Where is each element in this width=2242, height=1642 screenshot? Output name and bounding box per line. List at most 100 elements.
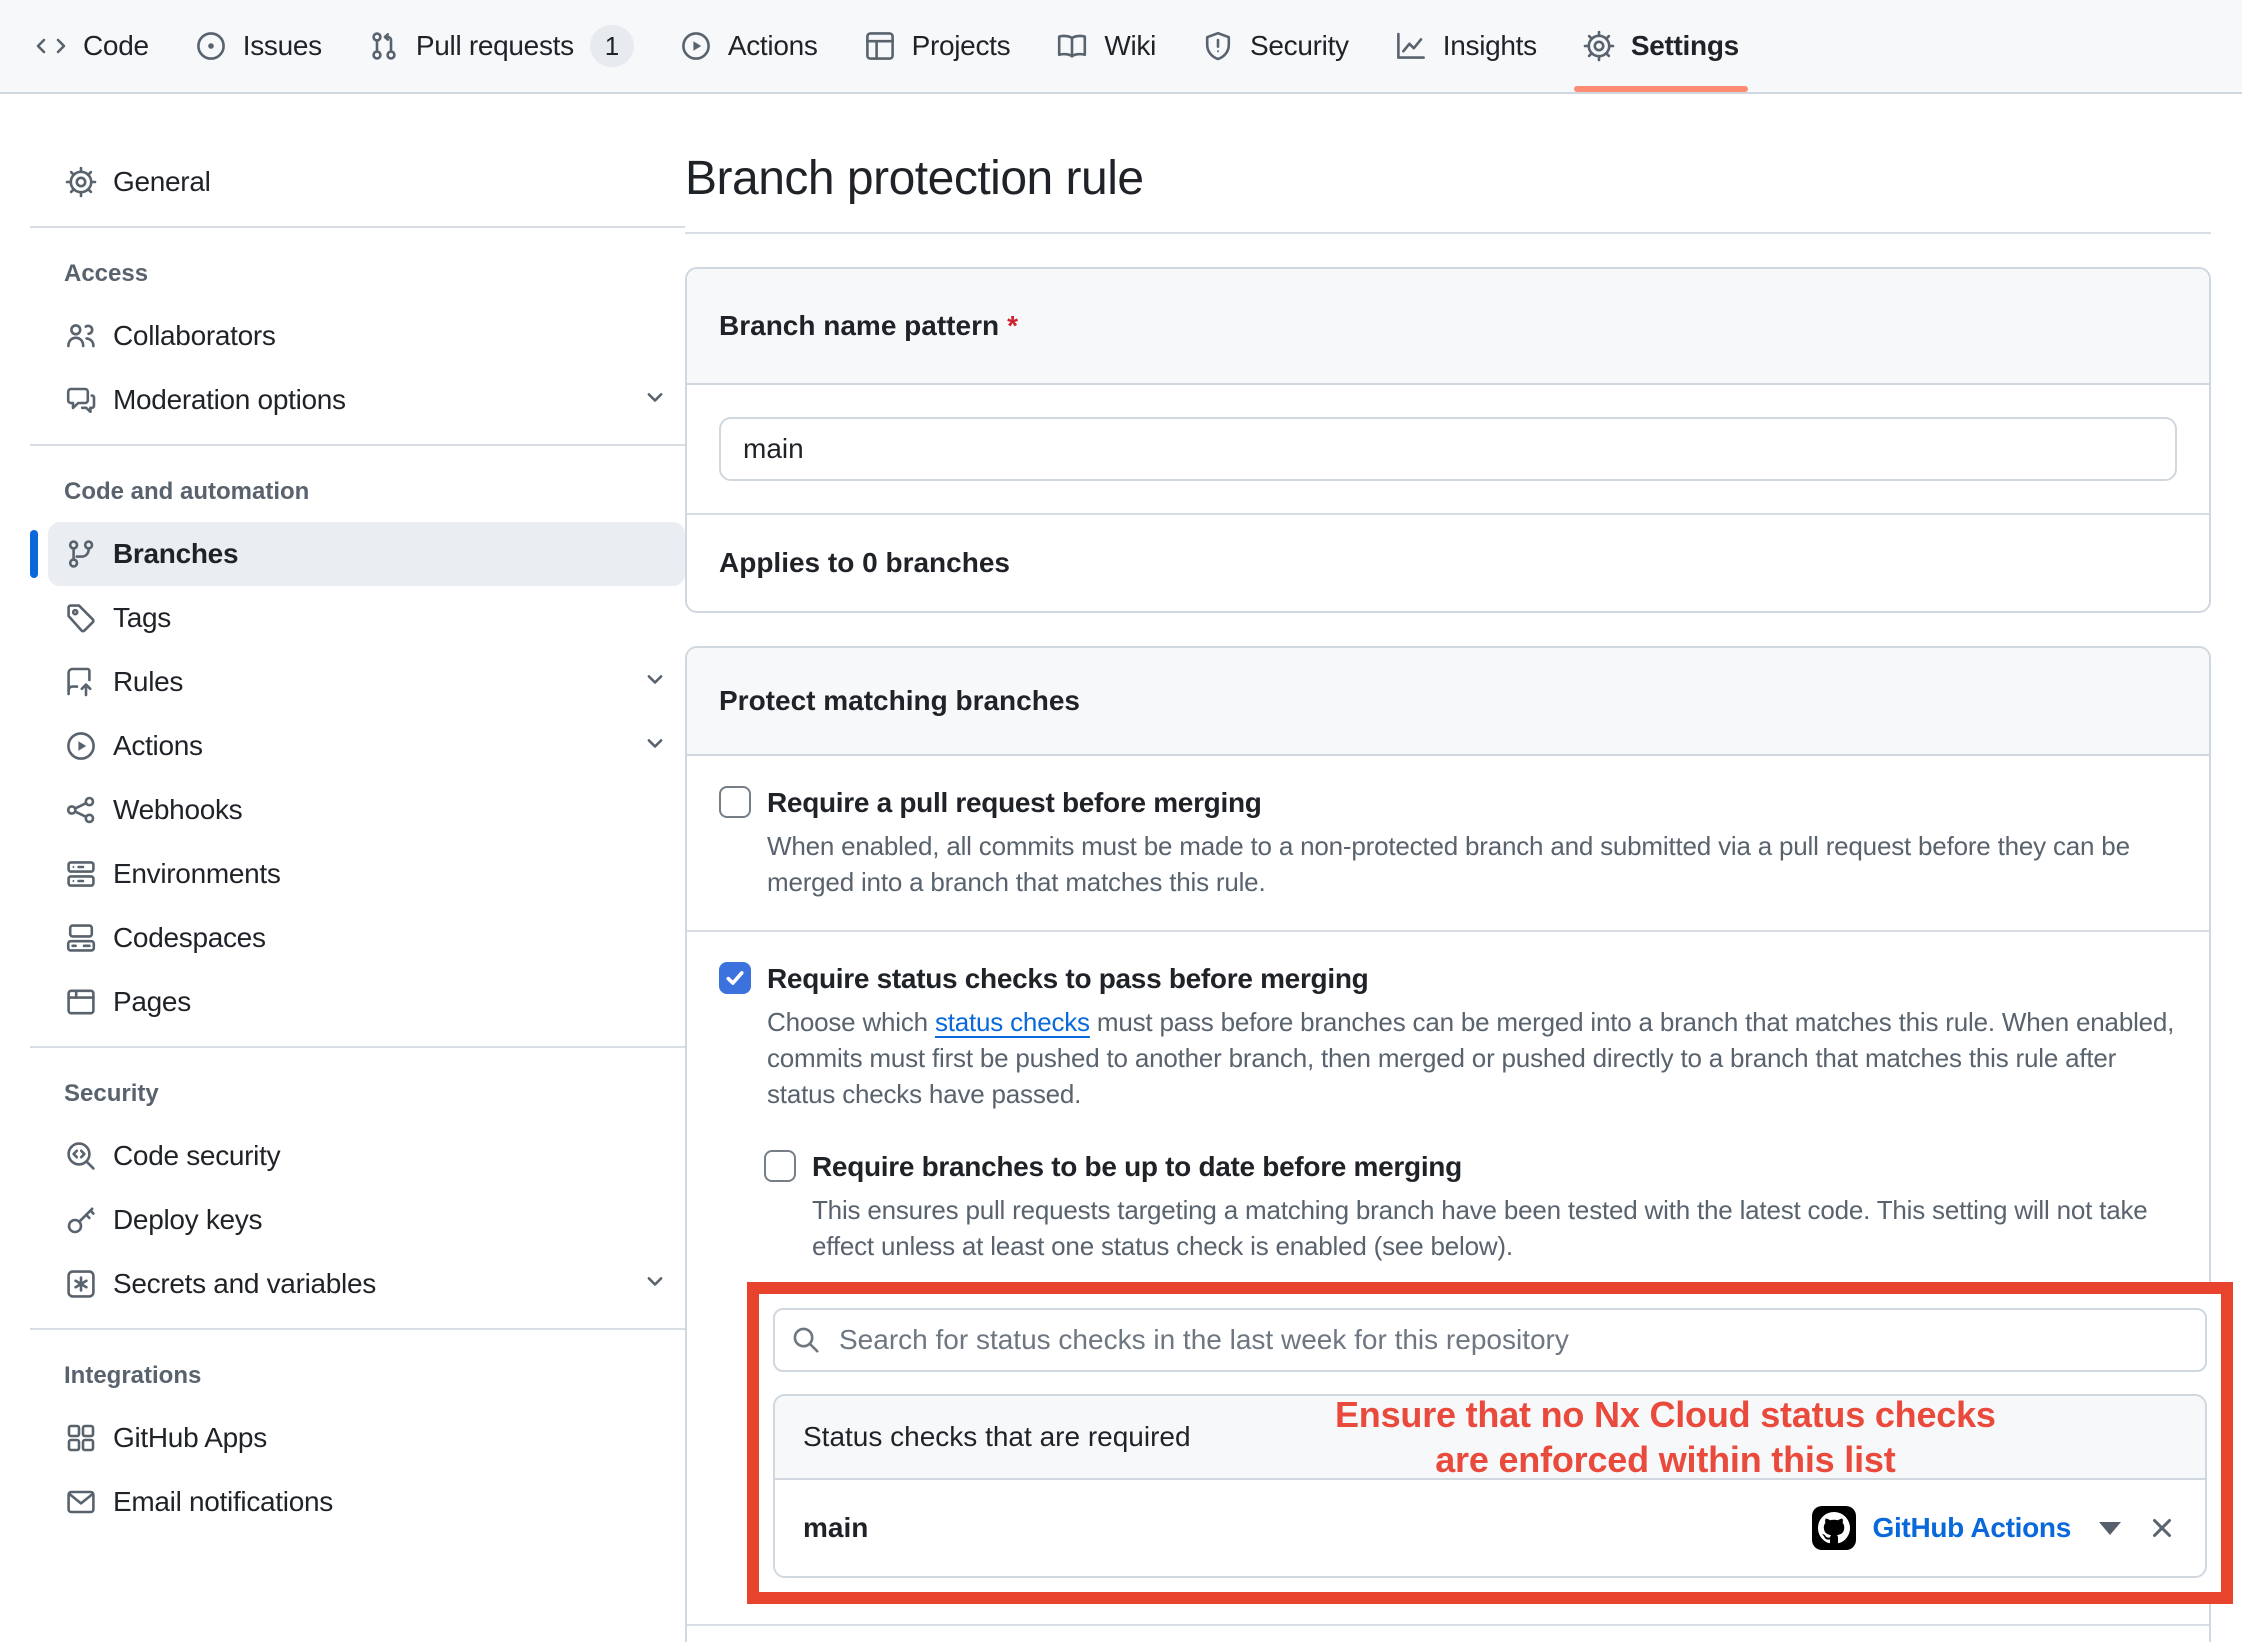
github-actions-avatar <box>1812 1506 1856 1550</box>
sidebar-item-label: Environments <box>113 858 281 890</box>
gear-icon <box>65 166 97 198</box>
option-require-pull-request: Require a pull request before merging Wh… <box>687 756 2209 930</box>
option-require-up-to-date: Require branches to be up to date before… <box>764 1148 2177 1264</box>
required-asterisk: * <box>1007 310 1018 341</box>
sidebar-item-moderation-options[interactable]: Moderation options <box>48 368 685 432</box>
sidebar-item-label: Codespaces <box>113 922 266 954</box>
sidebar-item-github-apps[interactable]: GitHub Apps <box>48 1406 685 1470</box>
sidebar-item-codespaces[interactable]: Codespaces <box>48 906 685 970</box>
tab-actions[interactable]: Actions <box>657 0 841 92</box>
tab-wiki[interactable]: Wiki <box>1033 0 1179 92</box>
description-text: Choose which <box>767 1007 935 1037</box>
book-icon <box>1056 30 1088 62</box>
sidebar-item-email-notifications[interactable]: Email notifications <box>48 1470 685 1534</box>
section-divider <box>687 1624 2209 1626</box>
github-mark-icon <box>1818 1512 1850 1544</box>
sidebar-item-code-security[interactable]: Code security <box>48 1124 685 1188</box>
annotation-line: are enforced within this list <box>1335 1437 1996 1482</box>
tab-label: Pull requests <box>416 30 574 62</box>
sidebar-item-actions[interactable]: Actions <box>48 714 685 778</box>
sidebar-item-label: Rules <box>113 666 183 698</box>
tab-label: Actions <box>728 30 818 62</box>
branch-name-pattern-body <box>687 385 2209 513</box>
description-line: effect unless at least one status check … <box>812 1228 2177 1264</box>
settings-sidebar: General Access Collaborators Moderation … <box>0 94 685 1642</box>
sidebar-section-integrations: Integrations <box>64 1358 685 1394</box>
codespaces-icon <box>65 922 97 954</box>
sidebar-item-label: Deploy keys <box>113 1204 262 1236</box>
sidebar-item-rules[interactable]: Rules <box>48 650 685 714</box>
sidebar-item-tags[interactable]: Tags <box>48 586 685 650</box>
sidebar-item-branches[interactable]: Branches <box>48 522 685 586</box>
tab-issues[interactable]: Issues <box>172 0 345 92</box>
description-line: This ensures pull requests targeting a m… <box>812 1192 2177 1228</box>
sidebar-item-label: Email notifications <box>113 1486 333 1518</box>
sidebar-item-deploy-keys[interactable]: Deploy keys <box>48 1188 685 1252</box>
code-scan-icon <box>65 1140 97 1172</box>
asterisk-box-icon <box>65 1268 97 1300</box>
branch-name-pattern-header: Branch name pattern* <box>687 269 2209 385</box>
remove-status-check-button[interactable] <box>2147 1513 2177 1543</box>
require-pull-request-checkbox[interactable] <box>719 786 751 818</box>
sidebar-section-security: Security <box>64 1076 685 1112</box>
tab-insights[interactable]: Insights <box>1372 0 1560 92</box>
code-icon <box>35 30 67 62</box>
sidebar-section-access: Access <box>64 256 685 292</box>
description-line: Choose which status checks must pass bef… <box>767 1004 2177 1040</box>
tab-label: Wiki <box>1104 30 1156 62</box>
description-line: merged into a branch that matches this r… <box>767 864 2177 900</box>
annotation-highlight-box: Status checks that are required Ensure t… <box>747 1282 2233 1604</box>
annotation-line: Ensure that no Nx Cloud status checks <box>1335 1394 1996 1437</box>
sidebar-item-collaborators[interactable]: Collaborators <box>48 304 685 368</box>
sidebar-divider <box>30 226 685 228</box>
description-line: status checks have passed. <box>767 1076 2177 1112</box>
require-status-checks-label: Require status checks to pass before mer… <box>767 960 1368 998</box>
status-checks-link[interactable]: status checks <box>935 1007 1090 1037</box>
chevron-down-icon <box>641 383 669 418</box>
sidebar-section-code-automation: Code and automation <box>64 474 685 510</box>
issue-icon <box>195 30 227 62</box>
description-line: When enabled, all commits must be made t… <box>767 828 2177 864</box>
apps-icon <box>65 1422 97 1454</box>
sidebar-divider <box>30 1328 685 1330</box>
status-checks-search-input[interactable] <box>773 1308 2207 1372</box>
tab-code[interactable]: Code <box>12 0 172 92</box>
sidebar-item-label: Actions <box>113 730 203 762</box>
github-actions-link[interactable]: GitHub Actions <box>1872 1512 2071 1544</box>
sidebar-item-general[interactable]: General <box>48 150 685 214</box>
tab-label: Projects <box>912 30 1011 62</box>
tab-label: Code <box>83 30 149 62</box>
tab-pull-requests[interactable]: Pull requests 1 <box>345 0 657 92</box>
sidebar-item-label: Collaborators <box>113 320 276 352</box>
browser-icon <box>65 986 97 1018</box>
play-icon <box>680 30 712 62</box>
require-pull-request-label: Require a pull request before merging <box>767 784 1262 822</box>
sidebar-item-label: Moderation options <box>113 384 346 416</box>
caret-down-icon[interactable] <box>2099 1522 2121 1535</box>
tab-label: Issues <box>243 30 322 62</box>
option-require-status-checks: Require status checks to pass before mer… <box>687 930 2209 1642</box>
require-pull-request-description: When enabled, all commits must be made t… <box>767 828 2177 900</box>
branch-name-pattern-input[interactable] <box>719 417 2177 481</box>
status-check-row: main GitHub Actions <box>775 1480 2205 1576</box>
sidebar-item-environments[interactable]: Environments <box>48 842 685 906</box>
require-status-checks-checkbox[interactable] <box>719 962 751 994</box>
tab-projects[interactable]: Projects <box>841 0 1034 92</box>
tag-icon <box>65 602 97 634</box>
pull-request-icon <box>368 30 400 62</box>
sidebar-item-webhooks[interactable]: Webhooks <box>48 778 685 842</box>
shield-icon <box>1202 30 1234 62</box>
status-checks-list-header: Status checks that are required Ensure t… <box>775 1396 2205 1480</box>
tab-settings[interactable]: Settings <box>1560 0 1762 92</box>
require-up-to-date-label: Require branches to be up to date before… <box>812 1148 1462 1186</box>
sidebar-item-pages[interactable]: Pages <box>48 970 685 1034</box>
require-up-to-date-checkbox[interactable] <box>764 1150 796 1182</box>
key-icon <box>65 1204 97 1236</box>
graph-icon <box>1395 30 1427 62</box>
chevron-down-icon <box>641 729 669 764</box>
annotation-text: Ensure that no Nx Cloud status checks ar… <box>1335 1394 1996 1482</box>
sidebar-item-secrets-variables[interactable]: Secrets and variables <box>48 1252 685 1316</box>
tab-label: Insights <box>1443 30 1537 62</box>
protect-matching-branches-card: Protect matching branches Require a pull… <box>685 646 2211 1642</box>
tab-security[interactable]: Security <box>1179 0 1372 92</box>
